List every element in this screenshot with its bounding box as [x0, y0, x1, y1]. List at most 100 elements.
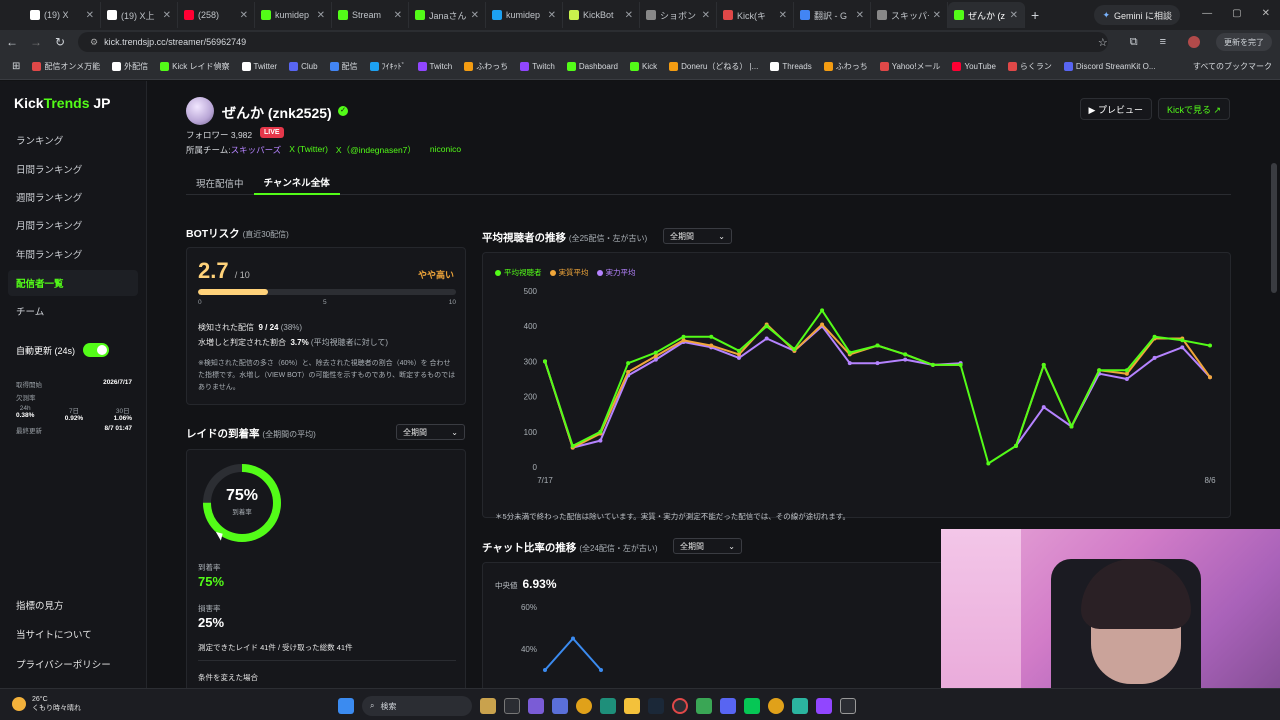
tab-close-icon[interactable]: ✕ — [394, 10, 402, 21]
sidebar-item-weekly-ranking[interactable]: 週間ランキング — [8, 184, 138, 210]
browser-tab[interactable]: 翻訳 - G ✕ — [794, 2, 871, 28]
browser-tab[interactable]: Kick(キ ✕ — [717, 2, 794, 28]
bookmark-item[interactable]: 外配信 — [106, 61, 154, 72]
sidebar-item-streamers[interactable]: 配信者一覧 — [8, 270, 138, 296]
sidebar-item-yearly-ranking[interactable]: 年間ランキング — [8, 241, 138, 267]
notepad-icon[interactable] — [792, 698, 808, 714]
browser-tab[interactable]: ぜんか (z ✕ — [948, 2, 1025, 28]
bookmark-star-icon[interactable]: ☆ — [1098, 36, 1108, 49]
auto-update-toggle[interactable] — [83, 343, 110, 357]
team-link[interactable]: スキッパーズ — [231, 145, 282, 155]
bookmark-item[interactable]: ふわっち — [818, 61, 874, 72]
update-button[interactable]: 更新を完了 — [1216, 33, 1272, 51]
twitter-link[interactable]: X (Twitter) — [289, 144, 328, 156]
browser-tab[interactable]: KickBot ✕ — [563, 2, 640, 28]
taskbar-search[interactable]: ⌕ 検索 — [362, 696, 472, 716]
browser-tab[interactable]: スキッパー ✕ — [871, 2, 948, 28]
tab-current-stream[interactable]: 現在配信中 — [186, 171, 254, 195]
bookmark-item[interactable]: 配信 — [324, 61, 364, 72]
profile-avatar[interactable] — [1188, 36, 1200, 48]
tab-close-icon[interactable]: ✕ — [702, 10, 710, 21]
bookmark-item[interactable]: 配信オンメ万能 — [26, 61, 106, 72]
copilot-icon[interactable] — [528, 698, 544, 714]
gemini-button[interactable]: ✦ Gemini に相談 — [1094, 5, 1180, 25]
minimize-icon[interactable]: — — [1202, 8, 1212, 19]
tab-close-icon[interactable]: ✕ — [625, 10, 633, 21]
browser-tab[interactable]: (258) ✕ — [178, 2, 255, 28]
browser-tab[interactable]: ショボン ✕ — [640, 2, 717, 28]
bookmark-item[interactable]: Dashboard — [561, 62, 624, 71]
sidebar-item-teams[interactable]: チーム — [8, 298, 138, 324]
edge-icon[interactable] — [600, 698, 616, 714]
task-view-icon[interactable] — [504, 698, 520, 714]
extensions-icon[interactable]: ⧉ — [1130, 36, 1138, 49]
tab-close-icon[interactable]: ✕ — [779, 10, 787, 21]
tab-channel-overall[interactable]: チャンネル全体 — [253, 171, 340, 195]
folder-icon[interactable] — [624, 698, 640, 714]
bookmark-item[interactable]: YouTube — [946, 62, 1001, 71]
footer-link-metrics-guide[interactable]: 指標の見方 — [16, 598, 64, 612]
sidebar-item-monthly-ranking[interactable]: 月間ランキング — [8, 212, 138, 238]
site-logo[interactable]: KickTrends JP — [14, 95, 111, 111]
tab-close-icon[interactable]: ✕ — [317, 10, 325, 21]
raid-alt-conditions[interactable]: 条件を変えた場合 — [198, 672, 258, 683]
niconico-link[interactable]: niconico — [430, 144, 461, 156]
windows-start-icon[interactable] — [338, 698, 354, 714]
all-bookmarks-folder[interactable]: すべてのブックマーク — [1193, 61, 1272, 72]
raid-period-select[interactable]: 全期間 ⌄ — [396, 424, 465, 440]
page-scrollbar[interactable] — [1271, 163, 1277, 293]
terminal-icon[interactable] — [840, 698, 856, 714]
apps-icon[interactable]: ⊞ — [6, 61, 26, 72]
back-icon[interactable]: ← — [0, 35, 24, 49]
address-bar[interactable]: ⚙ kick.trendsjp.cc/streamer/56962749 — [78, 32, 1108, 52]
twitter-handle-link[interactable]: X（@indegnasen7） — [336, 144, 416, 156]
bookmark-item[interactable]: Twitch — [412, 62, 459, 71]
browser-tab[interactable]: kumidep ✕ — [255, 2, 332, 28]
bookmark-item[interactable]: ふわっち — [458, 61, 514, 72]
coin-icon[interactable] — [768, 698, 784, 714]
line-icon[interactable] — [744, 698, 760, 714]
bookmark-item[interactable]: ﾌｲｷｯﾄﾞ — [364, 61, 412, 72]
watch-on-kick-button[interactable]: Kickで見る ↗ — [1157, 98, 1230, 120]
new-tab-icon[interactable]: + — [1031, 7, 1039, 23]
media-icon[interactable]: ≡ — [1160, 36, 1166, 49]
browser-tab[interactable]: kumidep ✕ — [486, 2, 563, 28]
teams-icon[interactable] — [552, 698, 568, 714]
browser-tab[interactable]: (19) X ✕ — [24, 2, 101, 28]
footer-link-privacy[interactable]: プライバシーポリシー — [16, 657, 111, 671]
weather-widget[interactable]: 26°C くもり時々晴れ — [12, 695, 81, 713]
bookmark-item[interactable]: Kick — [624, 62, 663, 71]
forward-icon[interactable]: → — [24, 35, 48, 49]
tab-close-icon[interactable]: ✕ — [856, 10, 864, 21]
obs-icon[interactable] — [672, 698, 688, 714]
chat-period-select[interactable]: 全期間 ⌄ — [673, 538, 742, 554]
site-info-icon[interactable]: ⚙ — [90, 37, 98, 48]
footer-link-about[interactable]: 当サイトについて — [16, 627, 92, 641]
tab-close-icon[interactable]: ✕ — [240, 10, 248, 21]
app-icon[interactable] — [696, 698, 712, 714]
bookmark-item[interactable]: Yahoo!メール — [874, 61, 947, 72]
bookmark-item[interactable]: Club — [283, 62, 323, 71]
bookmark-item[interactable]: Twitch — [514, 62, 561, 71]
bookmark-item[interactable]: Doneru（どねる） |... — [663, 61, 764, 72]
chrome-icon[interactable] — [576, 698, 592, 714]
discord-icon[interactable] — [720, 698, 736, 714]
preview-button[interactable]: ▶ プレビュー — [1079, 98, 1152, 120]
browser-tab[interactable]: Stream ✕ — [332, 2, 409, 28]
browser-tab[interactable]: (19) X上 ✕ — [101, 2, 178, 28]
bookmark-item[interactable]: らくラン — [1002, 61, 1058, 72]
browser-tab[interactable]: Janaさん ✕ — [409, 2, 486, 28]
maximize-icon[interactable]: ▢ — [1232, 8, 1241, 19]
tab-close-icon[interactable]: ✕ — [1010, 10, 1018, 21]
tab-close-icon[interactable]: ✕ — [548, 10, 556, 21]
bookmark-item[interactable]: Threads — [764, 62, 817, 71]
close-window-icon[interactable]: ✕ — [1262, 8, 1270, 19]
bookmark-item[interactable]: Discord StreamKit O... — [1058, 62, 1162, 71]
tab-close-icon[interactable]: ✕ — [471, 10, 479, 21]
tab-close-icon[interactable]: ✕ — [163, 10, 171, 21]
bookmark-item[interactable]: Kick レイド偵察 — [154, 61, 235, 72]
tab-close-icon[interactable]: ✕ — [86, 10, 94, 21]
reload-icon[interactable]: ↻ — [48, 35, 72, 49]
tab-close-icon[interactable]: ✕ — [933, 10, 941, 21]
sidebar-item-daily-ranking[interactable]: 日間ランキング — [8, 156, 138, 182]
